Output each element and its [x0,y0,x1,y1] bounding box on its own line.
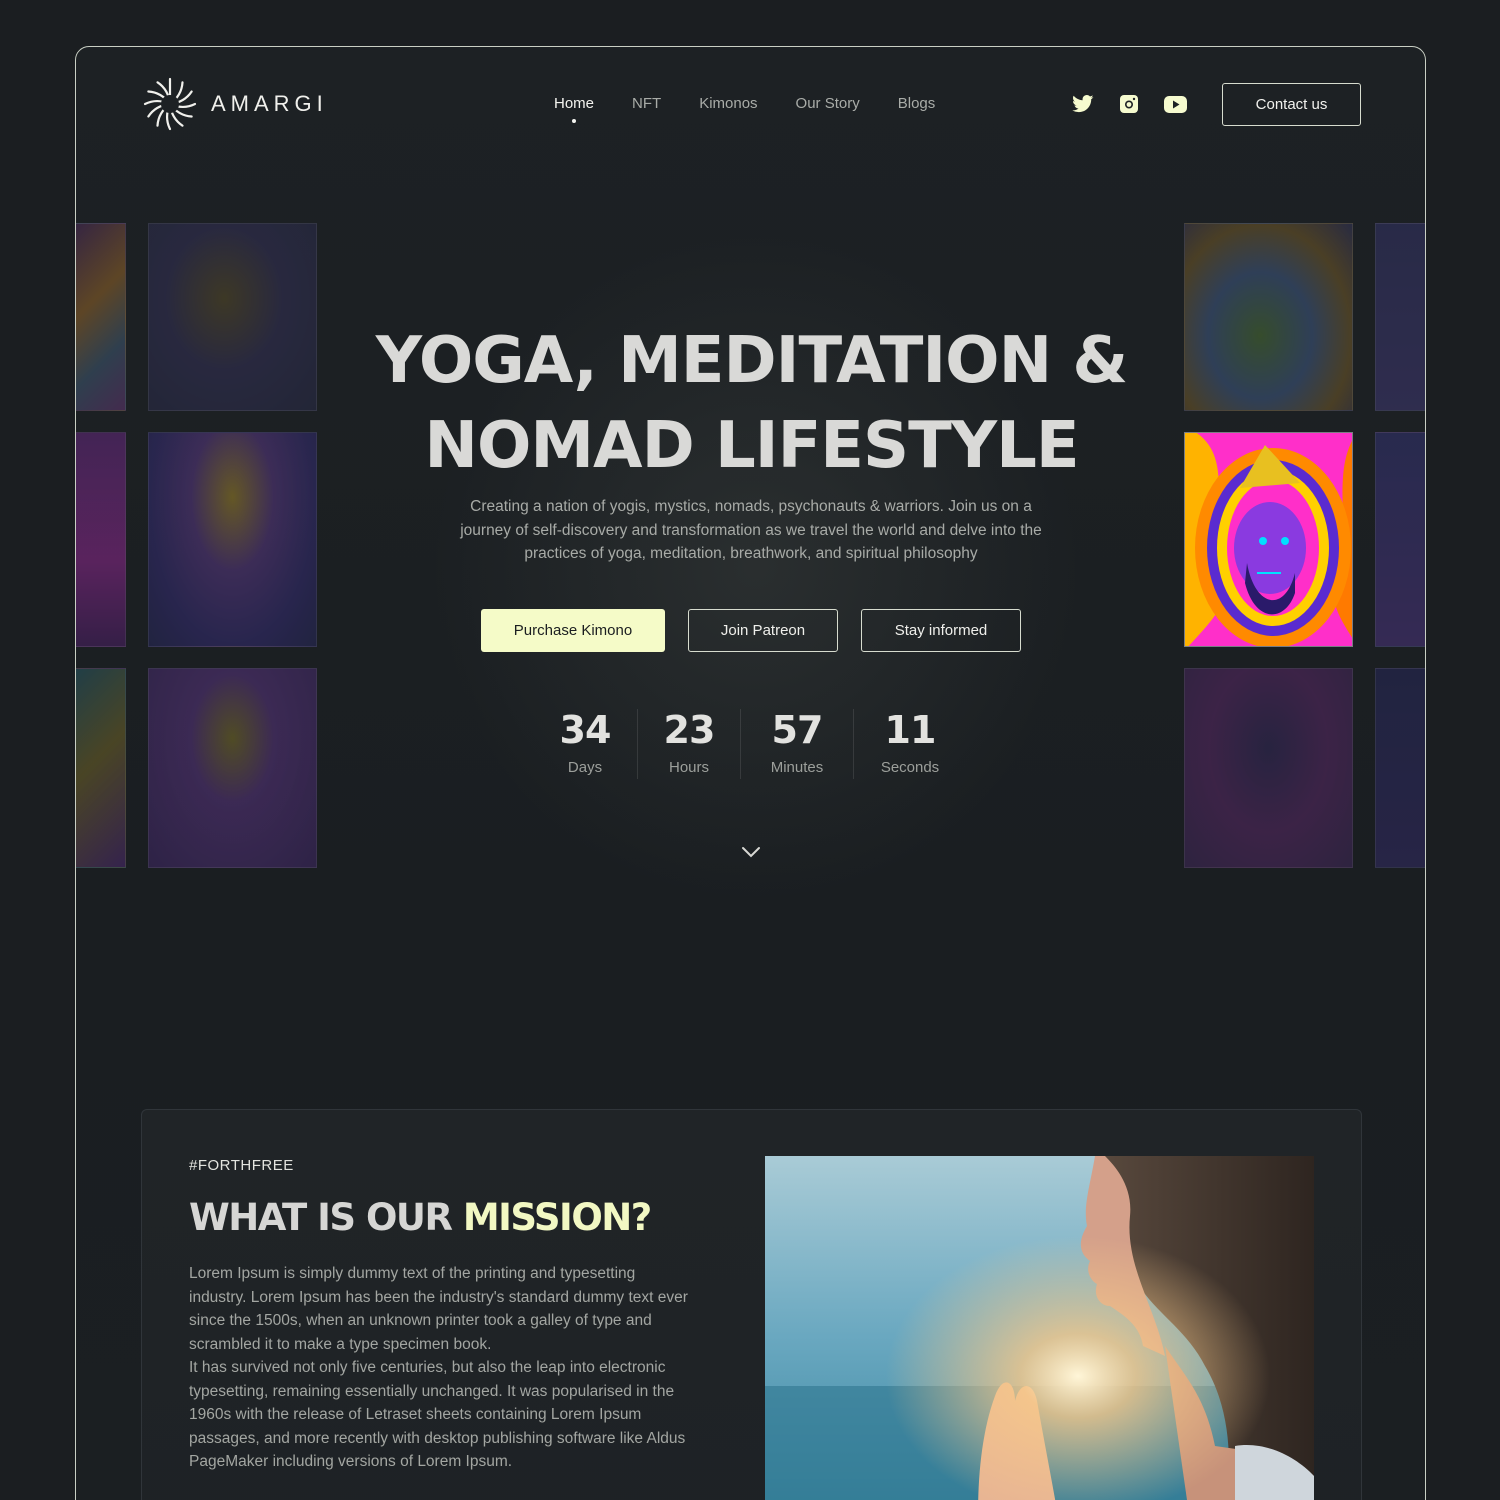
mission-paragraph: Lorem Ipsum is simply dummy text of the … [189,1265,688,1353]
twitter-icon[interactable] [1071,93,1095,115]
nav-item-nft[interactable]: NFT [632,95,661,112]
countdown-days: 34 Days [546,705,624,776]
mission-title-text: WHAT IS OUR [189,1196,463,1239]
nav-item-our-story[interactable]: Our Story [796,95,860,112]
nav-item-label: Kimonos [699,95,758,112]
meditation-photo [765,1156,1314,1500]
sun-spiral-logo-icon [143,77,197,131]
active-indicator [572,119,576,123]
nft-tile[interactable] [148,668,317,868]
youtube-icon[interactable] [1163,93,1187,115]
divider [740,709,741,779]
countdown-value: 11 [884,708,937,752]
mission-body: Lorem Ipsum is simply dummy text of the … [189,1262,689,1474]
countdown-hours: 23 Hours [651,705,727,776]
countdown-label: Days [567,759,603,776]
countdown-timer: 34 Days 23 Hours 57 Minutes 11 Seconds [546,705,953,779]
divider [637,709,638,779]
nft-tile[interactable] [1375,668,1425,868]
nav-item-label: NFT [632,95,662,112]
hero-glow [406,207,1106,927]
brand-logo[interactable]: AMARGI [141,75,328,133]
countdown-minutes: 57 Minutes [754,705,840,776]
contact-button[interactable]: Contact us [1222,83,1361,126]
countdown-seconds: 11 Seconds [867,705,953,776]
nav-item-kimonos[interactable]: Kimonos [699,95,757,112]
countdown-label: Minutes [770,759,824,776]
brand-name: AMARGI [211,91,328,116]
divider [853,709,854,779]
hero-title-line1: YOGA, MEDITATION & [375,324,1128,398]
page-frame: AMARGI Home NFT Kimonos Our Story Blogs … [75,46,1426,1500]
mission-title: WHAT IS OUR MISSION? [189,1196,652,1239]
countdown-value: 57 [771,708,824,752]
nav-item-label: Blogs [897,95,936,112]
countdown-label: Hours [668,759,709,776]
mission-tag: #FORTHFREE [189,1157,294,1174]
nav-item-label: Our Story [795,95,860,112]
nav-item-label: Home [554,95,595,112]
countdown-value: 34 [559,708,612,752]
instagram-icon[interactable] [1117,93,1141,115]
mission-paragraph: It has survived not only five centuries,… [189,1359,686,1470]
mission-section: #FORTHFREE WHAT IS OUR MISSION? Lorem Ip… [141,1109,1362,1500]
hero-title-line2: NOMAD LIFESTYLE [424,409,1079,483]
chevron-down-icon[interactable] [740,845,762,859]
countdown-value: 23 [663,708,716,752]
nav-item-blogs[interactable]: Blogs [898,95,936,112]
countdown-label: Seconds [880,759,940,776]
nft-tile[interactable] [1184,668,1353,868]
mission-title-highlight: MISSION? [462,1196,652,1239]
hero-title: YOGA, MEDITATION & NOMAD LIFESTYLE [76,319,1425,489]
nft-tile[interactable] [76,668,126,868]
stay-informed-button[interactable]: Stay informed [861,609,1021,652]
join-patreon-button[interactable]: Join Patreon [688,609,838,652]
main-nav: Home NFT Kimonos Our Story Blogs [554,95,936,123]
purchase-kimono-button[interactable]: Purchase Kimono [481,609,665,652]
social-links [1071,93,1187,115]
nav-item-home[interactable]: Home [554,95,595,123]
hero-subtitle: Creating a nation of yogis, mystics, nom… [460,498,1042,562]
